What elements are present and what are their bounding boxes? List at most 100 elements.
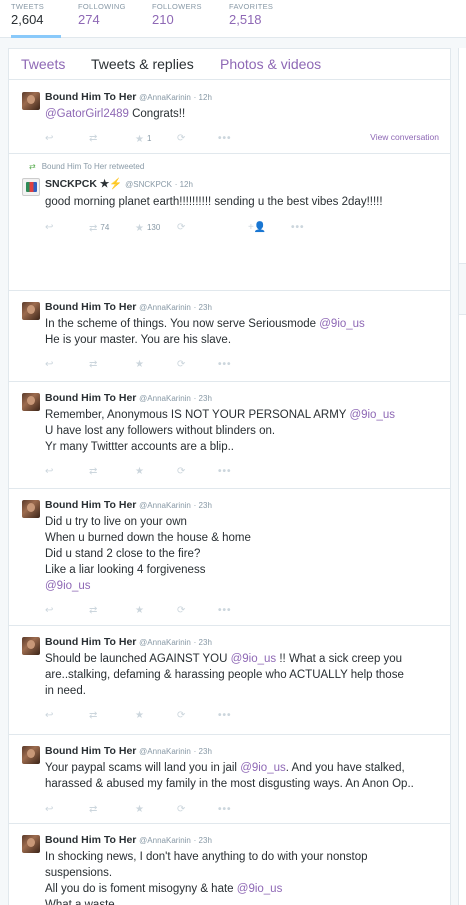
user-handle[interactable]: @AnnaKarinin — [139, 501, 191, 510]
share-icon[interactable]: ⟳ — [177, 465, 185, 479]
retweet-icon[interactable]: ⇄ — [89, 604, 97, 618]
user-handle[interactable]: @AnnaKarinin — [139, 638, 191, 647]
mention-link[interactable]: @9io_us — [349, 409, 395, 421]
user-handle[interactable]: @AnnaKarinin — [139, 394, 191, 403]
stat-favorites-label: FAVORITES — [229, 2, 274, 11]
timeline-tabs: Tweets Tweets & replies Photos & videos — [9, 49, 450, 80]
timestamp[interactable]: · 12h — [194, 93, 212, 102]
mention-link[interactable]: @9io_us — [240, 762, 286, 774]
timestamp[interactable]: · 23h — [194, 836, 212, 845]
tweet-text-line: U have lost any followers without blinde… — [45, 425, 276, 437]
follow-icon[interactable]: +👤 — [248, 221, 266, 235]
retweet-icon[interactable]: ⇄ — [89, 358, 97, 372]
display-name[interactable]: Bound Him To Her — [45, 499, 136, 511]
tweet-text-line: are..stalking, defaming & harassing peop… — [45, 669, 404, 681]
mention-link[interactable]: @9io_us — [45, 580, 91, 592]
view-conversation-link[interactable]: View conversation — [370, 132, 439, 142]
timestamp[interactable]: · 12h — [175, 180, 193, 189]
tweet-text: good morning planet earth!!!!!!!!!! send… — [45, 194, 445, 210]
retweet-context: ⇄ Bound Him To Her retweeted — [29, 162, 144, 171]
tweet[interactable]: Bound Him To Her @AnnaKarinin · 23h In sh… — [9, 824, 450, 905]
reply-icon[interactable]: ↩ — [45, 604, 53, 618]
display-name[interactable]: SNCKPCK ★⚡ — [45, 178, 122, 190]
display-name[interactable]: Bound Him To Her — [45, 392, 136, 404]
tweet-text-line: @9io_us — [45, 578, 445, 594]
tweet[interactable]: Bound Him To Her @AnnaKarinin · 23h Did u… — [9, 489, 450, 626]
favorite-icon[interactable]: ★ — [135, 803, 144, 817]
mention-link[interactable]: @9io_us — [319, 318, 365, 330]
tweet[interactable]: ⇄ Bound Him To Her retweeted SNCKPCK ★⚡ @S… — [9, 154, 450, 291]
favorite-icon[interactable]: ★ — [135, 358, 144, 372]
retweet-icon[interactable]: ⇄ — [89, 465, 97, 479]
reply-icon[interactable]: ↩ — [45, 709, 53, 723]
user-handle[interactable]: @AnnaKarinin — [139, 836, 191, 845]
timestamp[interactable]: · 23h — [194, 501, 212, 510]
share-icon[interactable]: ⟳ — [177, 221, 185, 235]
user-handle[interactable]: @AnnaKarinin — [139, 93, 191, 102]
avatar[interactable] — [22, 835, 40, 853]
more-icon[interactable]: ••• — [218, 604, 232, 618]
favorite-icon[interactable]: ★ — [135, 465, 144, 479]
stat-favorites[interactable]: FAVORITES 2,518 — [229, 2, 273, 38]
share-icon[interactable]: ⟳ — [177, 709, 185, 723]
reply-icon[interactable]: ↩ — [45, 132, 53, 146]
share-icon[interactable]: ⟳ — [177, 132, 185, 146]
more-icon[interactable]: ••• — [218, 132, 232, 146]
user-handle[interactable]: @SNCKPCK — [125, 180, 172, 189]
retweet-icon[interactable]: ⇄ — [89, 803, 97, 817]
stat-following[interactable]: FOLLOWING 274 — [78, 2, 126, 38]
avatar[interactable] — [22, 393, 40, 411]
tab-photos-and-videos[interactable]: Photos & videos — [220, 56, 321, 72]
avatar[interactable] — [22, 92, 40, 110]
display-name[interactable]: Bound Him To Her — [45, 636, 136, 648]
tweet[interactable]: Bound Him To Her @AnnaKarinin · 23h Your … — [9, 735, 450, 824]
display-name[interactable]: Bound Him To Her — [45, 91, 136, 103]
stat-tweets[interactable]: TWEETS 2,604 — [11, 2, 61, 38]
tab-tweets-and-replies[interactable]: Tweets & replies — [91, 56, 194, 72]
stat-followers[interactable]: FOLLOWERS 210 — [152, 2, 202, 38]
tweet[interactable]: Bound Him To Her @AnnaKarinin · 23h Remem… — [9, 382, 450, 489]
reply-icon[interactable]: ↩ — [45, 221, 53, 235]
avatar[interactable] — [22, 500, 40, 518]
favorite-icon[interactable]: ★ — [135, 709, 144, 723]
favorite-icon[interactable]: ★ — [135, 604, 144, 618]
tweet[interactable]: Bound Him To Her @AnnaKarinin · 23h Shoul… — [9, 626, 450, 735]
reply-icon[interactable]: ↩ — [45, 803, 53, 817]
more-icon[interactable]: ••• — [218, 709, 232, 723]
tweet[interactable]: Bound Him To Her @AnnaKarinin · 12h @Gato… — [9, 81, 450, 154]
timestamp[interactable]: · 23h — [194, 638, 212, 647]
timestamp[interactable]: · 23h — [194, 394, 212, 403]
user-handle[interactable]: @AnnaKarinin — [139, 747, 191, 756]
timestamp[interactable]: · 23h — [194, 303, 212, 312]
stat-following-value: 274 — [78, 12, 100, 27]
tweet[interactable]: Bound Him To Her @AnnaKarinin · 23h In th… — [9, 291, 450, 382]
more-icon[interactable]: ••• — [218, 358, 232, 372]
reply-icon[interactable]: ↩ — [45, 358, 53, 372]
mention-link[interactable]: @GatorGirl2489 — [45, 108, 129, 120]
share-icon[interactable]: ⟳ — [177, 358, 185, 372]
timestamp[interactable]: · 23h — [194, 747, 212, 756]
retweet-icon[interactable]: ⇄ — [89, 132, 97, 146]
more-icon[interactable]: ••• — [218, 803, 232, 817]
retweet-icon[interactable]: ⇄ — [89, 709, 97, 723]
favorite-icon[interactable]: ★ 130 — [135, 221, 160, 235]
tab-tweets[interactable]: Tweets — [21, 56, 65, 72]
mention-link[interactable]: @9io_us — [231, 653, 277, 665]
avatar[interactable] — [22, 178, 40, 196]
display-name[interactable]: Bound Him To Her — [45, 745, 136, 757]
display-name[interactable]: Bound Him To Her — [45, 834, 136, 846]
retweet-icon[interactable]: ⇄ 74 — [89, 221, 109, 235]
share-icon[interactable]: ⟳ — [177, 604, 185, 618]
favorite-icon[interactable]: ★ 1 — [135, 132, 151, 146]
display-name[interactable]: Bound Him To Her — [45, 301, 136, 313]
more-icon[interactable]: ••• — [291, 221, 305, 235]
avatar[interactable] — [22, 637, 40, 655]
avatar[interactable] — [22, 302, 40, 320]
reply-icon[interactable]: ↩ — [45, 465, 53, 479]
more-icon[interactable]: ••• — [218, 465, 232, 479]
avatar[interactable] — [22, 746, 40, 764]
mention-link[interactable]: @9io_us — [237, 883, 283, 895]
user-handle[interactable]: @AnnaKarinin — [139, 303, 191, 312]
share-icon[interactable]: ⟳ — [177, 803, 185, 817]
stat-tweets-label: TWEETS — [11, 2, 45, 11]
